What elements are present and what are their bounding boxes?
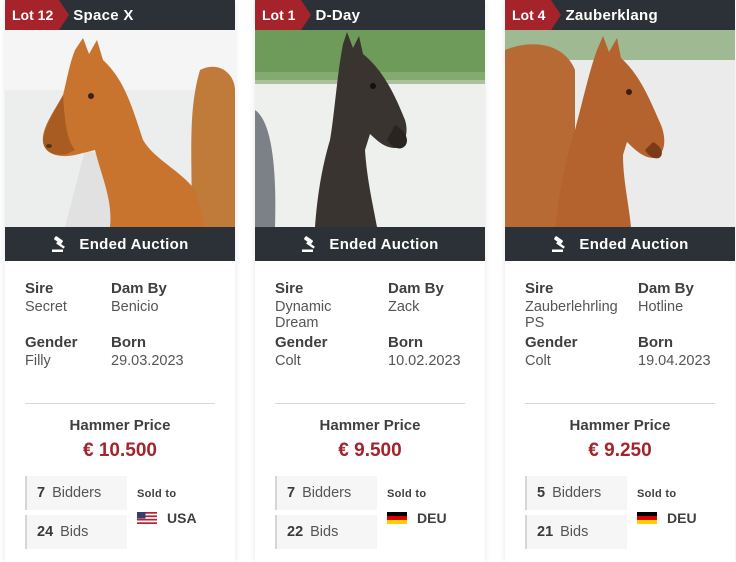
country-code: DEU [667,510,697,526]
sire-label: Sire [525,280,554,297]
dam-value: Zack [388,299,420,315]
gavel-icon [302,236,316,252]
buyer-country: DEU [637,510,697,526]
sire-value: Secret [25,299,67,315]
divider [25,403,215,404]
sold-to-label: Sold to [387,488,427,500]
auction-card-d-day[interactable]: Lot 1 D-Day Ended Auction Sire Dynamic D… [255,0,485,562]
divider [525,403,715,404]
bidders-stat: 7 Bidders [275,476,377,510]
hammer-price-label: Hammer Price [319,417,421,434]
usa-flag-icon [137,512,157,524]
gender-label: Gender [25,334,78,351]
sire-value: Dynamic Dream [275,299,332,331]
bidders-count: 7 [287,485,296,501]
sire-value: Zauberlehrling PS [525,299,618,331]
auction-card-zauberklang[interactable]: Lot 4 Zauberklang Ended Auction Sire Zau… [505,0,735,562]
country-code: DEU [417,510,447,526]
gender-label: Gender [275,334,328,351]
dam-value: Hotline [638,299,684,315]
born-label: Born [638,334,673,351]
horse-photo[interactable] [255,30,485,227]
born-value: 29.03.2023 [111,353,184,369]
born-value: 10.02.2023 [388,353,461,369]
bids-count: 22 [287,524,304,540]
born-label: Born [111,334,146,351]
auction-card-space-x[interactable]: Lot 12 Space X Ended Auction Sire Secret… [5,0,235,562]
hammer-price-value: € 10.500 [83,440,157,461]
ended-auction-bar: Ended Auction [5,227,235,261]
card-header: Lot 4 Zauberklang [505,0,735,30]
born-value: 19.04.2023 [638,353,711,369]
country-code: USA [167,510,197,526]
horse-photo[interactable] [5,30,235,227]
bids-stat: 22 Bids [275,515,377,549]
gavel-icon [52,236,66,252]
card-header: Lot 12 Space X [5,0,235,30]
bidders-stat: 7 Bidders [25,476,127,510]
sire-label: Sire [275,280,304,297]
lot-badge: Lot 12 [5,0,70,30]
dam-label: Dam By [388,280,444,297]
bids-label: Bids [310,524,339,540]
horse-name[interactable]: D-Day [315,7,360,24]
bids-stat: 24 Bids [25,515,127,549]
bids-label: Bids [560,524,589,540]
gender-label: Gender [525,334,578,351]
bids-count: 21 [537,524,554,540]
buyer-country: DEU [387,510,447,526]
card-header: Lot 1 D-Day [255,0,485,30]
bids-stat: 21 Bids [525,515,627,549]
dam-value: Benicio [111,299,159,315]
gender-value: Colt [275,353,301,369]
germany-flag-icon [637,512,657,524]
dam-label: Dam By [111,280,167,297]
bids-label: Bids [60,524,89,540]
dam-label: Dam By [638,280,694,297]
bidders-stat: 5 Bidders [525,476,627,510]
hammer-price-label: Hammer Price [69,417,171,434]
auction-status: Ended Auction [79,235,189,253]
horse-name[interactable]: Space X [73,7,133,24]
bidders-label: Bidders [302,485,352,501]
born-label: Born [388,334,423,351]
gender-value: Colt [525,353,551,369]
horse-name[interactable]: Zauberklang [565,7,658,24]
auction-status: Ended Auction [329,235,439,253]
sold-to-label: Sold to [137,488,177,500]
gavel-icon [552,236,566,252]
sold-to-label: Sold to [637,488,677,500]
bidders-label: Bidders [552,485,602,501]
auction-status: Ended Auction [579,235,689,253]
lot-badge: Lot 1 [255,0,313,30]
germany-flag-icon [387,512,407,524]
gender-value: Filly [25,353,51,369]
buyer-country: USA [137,510,197,526]
bidders-label: Bidders [52,485,102,501]
horse-photo[interactable] [505,30,735,227]
hammer-price-label: Hammer Price [569,417,671,434]
divider [275,403,465,404]
ended-auction-bar: Ended Auction [255,227,485,261]
hammer-price-value: € 9.250 [588,440,652,461]
ended-auction-bar: Ended Auction [505,227,735,261]
sire-label: Sire [25,280,54,297]
bidders-count: 5 [537,485,546,501]
bidders-count: 7 [37,485,46,501]
lot-badge: Lot 4 [505,0,563,30]
bids-count: 24 [37,524,54,540]
hammer-price-value: € 9.500 [338,440,402,461]
